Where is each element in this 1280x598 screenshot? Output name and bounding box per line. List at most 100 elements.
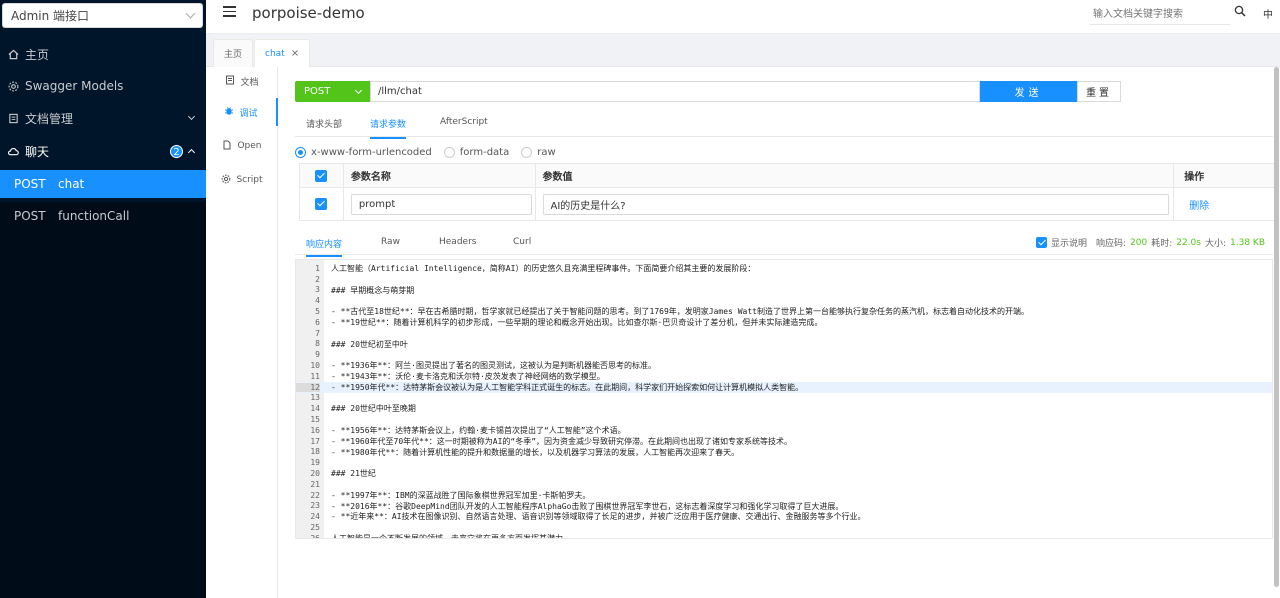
vnav-doc[interactable]: 文档: [206, 67, 278, 95]
line-text: - **1980年代**：随着计算机性能的提升和数据量的增长，以及机器学习算法的…: [331, 447, 740, 457]
code-line: 19: [296, 457, 1272, 468]
tab-response-curl[interactable]: Curl: [513, 237, 531, 252]
col-param-name: 参数名称: [344, 164, 536, 187]
sidebar-item-swagger-models[interactable]: Swagger Models: [0, 70, 206, 102]
send-button[interactable]: 发送: [980, 81, 1077, 102]
sidebar-item-doc-manage[interactable]: 文档管理: [0, 102, 206, 134]
line-number: 13: [310, 393, 320, 403]
api-name: functionCall: [58, 209, 130, 223]
sidebar-item-label: 聊天: [25, 144, 50, 159]
status-label: 响应码:: [1095, 239, 1126, 249]
code-line: 26 人工智能是一个不断发展的领域，未来它将在更多方面发挥其潜力。: [296, 533, 1272, 538]
line-text: - **1956年**：达特茅斯会议上，约翰·麦卡锡首次提出了“人工智能”这个术…: [331, 425, 626, 435]
code-line: 23 - **2016年**：谷歌DeepMind团队开发的人工智能程序Alpha…: [296, 501, 1272, 512]
table-row: 删除: [300, 188, 1274, 220]
tab-response-content[interactable]: 响应内容: [306, 237, 343, 257]
tab-afterscript[interactable]: AfterScript: [440, 117, 488, 134]
line-number: 12: [296, 382, 320, 392]
line-number: 1: [315, 263, 320, 273]
sidebar-api-functioncall[interactable]: POST functionCall: [0, 202, 206, 230]
code-line: 12 - **1950年代**：达特茅斯会议被认为是人工智能学科正式诞生的标志。在…: [296, 381, 1272, 393]
line-number: 4: [315, 296, 320, 306]
api-vertical-nav: 文档 调试 Open Script: [206, 67, 278, 598]
response-meta: 显示说明 响应码: 200 耗时: 22.0s 大小: 1.38 KB: [1035, 236, 1265, 249]
param-name-input[interactable]: [350, 193, 532, 215]
code-line: 9: [296, 349, 1272, 360]
chevron-down-icon: [187, 112, 196, 121]
line-number: 25: [310, 523, 320, 533]
radio-label: x-www-form-urlencoded: [311, 146, 432, 158]
delete-param-link[interactable]: 删除: [1189, 197, 1209, 212]
app-title: porpoise-demo: [252, 4, 365, 22]
method-select[interactable]: POST: [295, 81, 370, 102]
row-checkbox[interactable]: [315, 198, 328, 210]
size-value: 1.38 KB: [1230, 237, 1265, 248]
line-text: - **2016年**：谷歌DeepMind团队开发的人工智能程序AlphaGo…: [331, 501, 844, 511]
page-tabs-bar: 主页 chat ×: [206, 34, 1280, 67]
line-number: 19: [310, 458, 320, 468]
code-line: 18 - **1980年代**：随着计算机性能的提升和数据量的增长，以及机器学习算…: [296, 447, 1272, 458]
chevron-down-icon: [354, 86, 363, 94]
line-text: - **1936年**：阿兰·图灵提出了著名的图灵测试，这被认为是判断机器能否思…: [331, 361, 656, 371]
line-number: 11: [310, 371, 320, 381]
select-all-checkbox[interactable]: [315, 169, 328, 182]
code-line: 10 - **1936年**：阿兰·图灵提出了著名的图灵测试，这被认为是判断机器能…: [296, 360, 1272, 371]
body-type-radios: x-www-form-urlencoded form-data raw: [295, 145, 568, 159]
reset-button[interactable]: 重置: [1077, 81, 1121, 102]
tab-response-headers[interactable]: Headers: [439, 237, 476, 252]
show-desc-checkbox[interactable]: [1035, 237, 1047, 248]
line-text: 人工智能（Artificial Intelligence，简称AI）的历史悠久且…: [331, 263, 756, 273]
radio-form-data[interactable]: form-data: [443, 146, 510, 158]
top-header: porpoise-demo 中: [206, 0, 1280, 34]
line-text: - **古代至18世纪**：早在古希腊时期，哲学家就已经提出了关于智能问题的思考…: [331, 307, 1029, 317]
url-input[interactable]: [370, 81, 980, 102]
tab-response-raw[interactable]: Raw: [381, 237, 400, 252]
show-desc-label: 显示说明: [1050, 239, 1087, 249]
line-text: - **1997年**：IBM的深蓝战胜了国际象棋世界冠军加里·卡斯帕罗夫。: [331, 490, 591, 500]
api-group-select-value: Admin 端接口: [11, 9, 90, 23]
sidebar-item-chat[interactable]: 聊天 2: [0, 135, 206, 167]
code-line: 6 - **19世纪**：随着计算机科学的初步形成，一些早期的理论和概念开始出现。…: [296, 317, 1272, 328]
line-number: 5: [315, 307, 320, 317]
line-text: ### 20世纪中叶至晚期: [331, 404, 416, 414]
sidebar: Admin 端接口 主页 Swagger Models 文档管理 聊天 2 PO…: [0, 0, 206, 598]
code-line: 5 - **古代至18世纪**：早在古希腊时期，哲学家就已经提出了关于智能问题的思…: [296, 306, 1272, 317]
code-line: 24 - **近年来**：AI技术在图像识别、自然语言处理、语音识别等领域取得了长…: [296, 511, 1272, 522]
doc-search-input[interactable]: [1090, 5, 1230, 25]
page-tab-home[interactable]: 主页: [213, 39, 254, 67]
sidebar-api-chat[interactable]: POST chat: [0, 170, 206, 198]
page-tab-label: 主页: [224, 50, 243, 60]
vnav-open[interactable]: Open: [206, 132, 278, 160]
code-line: 16 - **1956年**：达特茅斯会议上，约翰·麦卡锡首次提出了“人工智能”这…: [296, 425, 1272, 436]
response-code-editor[interactable]: 1 人工智能（Artificial Intelligence，简称AI）的历史悠久…: [295, 259, 1273, 539]
vnav-label: 文档: [240, 77, 259, 88]
line-text: - **近年来**：AI技术在图像识别、自然语言处理、语音识别等领域取得了长足的…: [331, 512, 866, 522]
notification-badge: 2: [170, 144, 183, 158]
params-header-row: 参数名称 参数值 操作: [300, 164, 1274, 188]
line-number: 8: [315, 339, 320, 349]
vnav-script[interactable]: Script: [206, 166, 278, 194]
vnav-debug[interactable]: 调试: [206, 98, 278, 126]
menu-toggle-icon[interactable]: [223, 6, 236, 19]
api-group-select[interactable]: Admin 端接口: [2, 3, 203, 28]
language-switch[interactable]: 中: [1263, 6, 1273, 21]
tab-request-params[interactable]: 请求参数: [370, 117, 407, 139]
line-text: ### 20世纪初至中叶: [331, 339, 408, 349]
doc-icon: [225, 75, 235, 88]
param-value-input[interactable]: [542, 193, 1169, 215]
sidebar-item-home[interactable]: 主页: [0, 38, 206, 70]
search-icon[interactable]: [1234, 5, 1246, 20]
radio-raw[interactable]: raw: [521, 146, 556, 158]
doc-manage-icon: [7, 112, 19, 124]
api-name: chat: [58, 177, 85, 191]
radio-urlencoded[interactable]: x-www-form-urlencoded: [295, 146, 432, 158]
radio-label: form-data: [459, 146, 510, 158]
page-scrollbar[interactable]: [1274, 67, 1279, 587]
tab-request-headers[interactable]: 请求头部: [306, 117, 342, 137]
col-action: 操作: [1184, 172, 1205, 183]
code-line: 1 人工智能（Artificial Intelligence，简称AI）的历史悠久…: [296, 263, 1272, 274]
size-label: 大小:: [1204, 239, 1227, 249]
col-param-value: 参数值: [536, 164, 1175, 187]
close-icon[interactable]: ×: [291, 48, 299, 59]
page-tab-chat[interactable]: chat ×: [254, 39, 311, 67]
